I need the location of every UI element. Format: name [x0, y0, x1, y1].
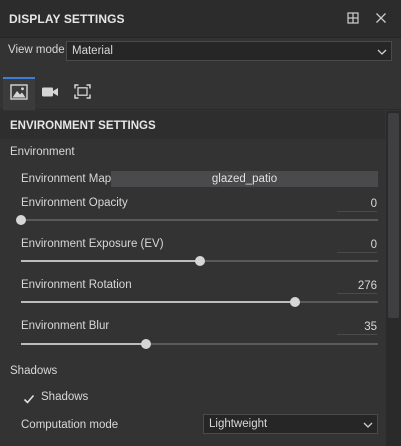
tab-bar — [0, 77, 401, 110]
environment-exposure-input[interactable]: 0 — [337, 239, 377, 253]
view-mode-value: Material — [72, 45, 113, 57]
close-icon[interactable] — [372, 9, 390, 27]
environment-rotation-slider[interactable] — [21, 297, 378, 307]
shadows-checkbox-label[interactable]: Shadows — [41, 391, 88, 403]
computation-mode-select[interactable]: Lightweight — [203, 414, 378, 434]
image-icon — [10, 84, 28, 105]
slider-fill — [21, 260, 200, 262]
environment-settings-header[interactable]: ENVIRONMENT SETTINGS — [0, 111, 385, 139]
slider-fill — [21, 343, 146, 345]
slider-handle[interactable] — [140, 339, 151, 349]
tab-frame[interactable] — [66, 77, 98, 110]
environment-blur-input[interactable]: 35 — [337, 321, 377, 335]
panel-titlebar: DISPLAY SETTINGS — [0, 0, 401, 38]
view-mode-select[interactable]: Material — [66, 41, 392, 61]
vertical-scrollbar[interactable] — [386, 111, 401, 446]
panel-title: DISPLAY SETTINGS — [9, 12, 125, 26]
settings-content: ENVIRONMENT SETTINGS Environment Environ… — [0, 111, 385, 446]
environment-opacity-slider[interactable] — [16, 215, 378, 225]
computation-mode-label: Computation mode — [21, 419, 119, 431]
environment-rotation-input[interactable]: 276 — [337, 280, 377, 294]
slider-handle[interactable] — [289, 297, 300, 307]
environment-exposure-slider[interactable] — [21, 256, 378, 266]
section-title: ENVIRONMENT SETTINGS — [10, 120, 156, 132]
environment-group-label: Environment — [10, 146, 75, 158]
environment-opacity-input[interactable]: 0 — [337, 198, 377, 212]
shadows-group-label: Shadows — [10, 365, 58, 377]
environment-opacity-label: Environment Opacity — [21, 197, 128, 209]
display-settings-panel: DISPLAY SETTINGS View mode Material ENVI… — [0, 0, 401, 446]
dock-icon[interactable] — [344, 9, 362, 27]
environment-blur-slider[interactable] — [21, 339, 378, 349]
frame-icon — [73, 83, 91, 104]
chevron-down-icon — [376, 45, 388, 57]
tab-camera[interactable] — [34, 77, 66, 110]
computation-mode-value: Lightweight — [209, 418, 268, 430]
environment-map-field[interactable]: glazed_patio — [111, 171, 378, 187]
slider-handle[interactable] — [194, 256, 205, 266]
tab-environment[interactable] — [3, 77, 35, 110]
scrollbar-thumb[interactable] — [388, 113, 399, 318]
environment-map-label: Environment Map — [21, 173, 112, 185]
environment-exposure-label: Environment Exposure (EV) — [21, 238, 164, 250]
view-mode-label: View mode — [8, 44, 65, 56]
environment-rotation-label: Environment Rotation — [21, 279, 132, 291]
chevron-down-icon — [362, 418, 374, 430]
checkmark-icon[interactable] — [23, 392, 35, 404]
slider-fill — [21, 301, 295, 303]
slider-handle[interactable] — [16, 215, 26, 225]
camera-icon — [41, 85, 59, 103]
environment-blur-label: Environment Blur — [21, 320, 110, 332]
